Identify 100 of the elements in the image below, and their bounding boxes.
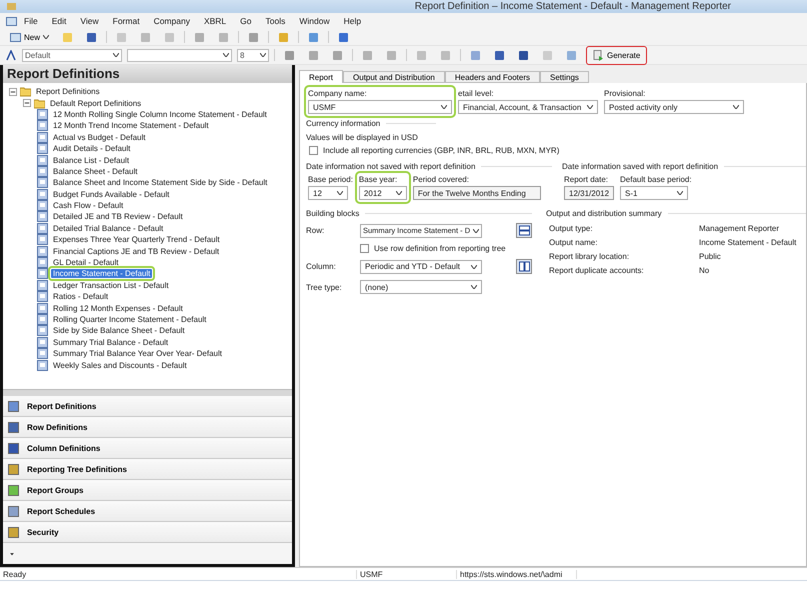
font-icon[interactable]	[6, 50, 17, 60]
text-field[interactable]: 12/31/2012	[564, 186, 614, 200]
dropdown[interactable]: Posted activity only	[604, 100, 744, 114]
tree-item[interactable]: Budget Funds Available - Default	[51, 190, 172, 199]
caret-icon	[260, 53, 266, 57]
app-icon	[6, 1, 17, 12]
nav-item[interactable]: Report Definitions	[3, 396, 292, 417]
tree-item[interactable]: Expenses Three Year Quarterly Trend - Default	[51, 235, 222, 244]
tab[interactable]: Output and Distribution	[343, 71, 445, 83]
window-title: Report Definition – Income Statement - Default - Management Reporter	[414, 0, 731, 13]
dropdown[interactable]: USMF	[308, 100, 452, 114]
checkbox[interactable]	[360, 244, 369, 253]
folder-icon	[34, 98, 45, 109]
nav-item[interactable]: Security	[3, 522, 292, 543]
document-icon	[10, 32, 21, 42]
tree-item[interactable]: 12 Month Rolling Single Column Income Statement - Default	[51, 110, 269, 119]
tree-item[interactable]: Summary Trial Balance Year Over Year- Default	[51, 349, 224, 358]
collapse-icon[interactable]	[23, 99, 31, 108]
tree-item[interactable]: GL Detail - Default	[51, 258, 121, 268]
caret-icon	[471, 285, 477, 289]
tree-item[interactable]: Audit Details - Default	[51, 144, 132, 154]
status-text: Ready	[0, 570, 357, 578]
tree-item[interactable]: Rolling Quarter Income Statement - Default	[51, 315, 208, 324]
menu-item[interactable]: Format	[106, 16, 147, 26]
nav-item[interactable]: Report Groups	[3, 480, 292, 501]
dropdown[interactable]: S-1	[620, 186, 688, 200]
collapse-icon[interactable]	[9, 88, 17, 96]
checkbox-label: Use row definition from reporting tree	[374, 244, 506, 253]
tree-item[interactable]: Default Report Definitions	[48, 98, 144, 108]
menu-item[interactable]: Company	[146, 16, 197, 26]
summary-value: Management Reporter	[699, 224, 780, 233]
tree-item[interactable]: Summary Trial Balance - Default	[51, 338, 170, 347]
dropdown-arrow-icon[interactable]	[9, 550, 15, 556]
tree-item[interactable]: Income Statement - Default	[51, 269, 152, 278]
dropdown[interactable]: Periodic and YTD - Default	[360, 260, 482, 274]
summary-label: Report library location:	[549, 252, 630, 261]
tree-item[interactable]: Weekly Sales and Discounts - Default	[51, 360, 189, 370]
tree-item[interactable]: Detailed Trial Balance - Default	[51, 224, 166, 233]
caret-icon	[113, 53, 119, 57]
caret-icon	[337, 191, 343, 195]
size-dropdown[interactable]: 8	[237, 48, 269, 62]
section-heading: Currency information	[306, 119, 380, 128]
tree-item[interactable]: Side by Side Balance Sheet - Default	[51, 326, 187, 336]
nav-item[interactable]: Row Definitions	[3, 417, 292, 438]
summary-value: Public	[699, 252, 722, 261]
field-label: Column:	[306, 262, 337, 271]
tree-item[interactable]: Ratios - Default	[51, 292, 110, 302]
menu-item[interactable]: Window	[292, 16, 337, 26]
caret-icon	[396, 191, 402, 195]
tree-item[interactable]: Ledger Transaction List - Default	[51, 280, 171, 290]
field-label: Provisional:	[604, 89, 646, 98]
tree-item[interactable]: Report Definitions	[34, 87, 102, 96]
tree-item[interactable]: Actual vs Budget - Default	[51, 132, 148, 142]
panel-title: Report Definitions	[3, 65, 292, 83]
menu-item[interactable]: View	[73, 16, 106, 26]
field-label: Report date:	[564, 175, 610, 184]
menu-item[interactable]: XBRL	[196, 16, 234, 26]
tab[interactable]: Report	[299, 70, 344, 83]
caret-icon	[471, 264, 477, 268]
section-heading: Building blocks	[306, 209, 360, 218]
caret-icon	[441, 105, 447, 109]
app-menu-icon[interactable]	[6, 16, 17, 26]
tree-item[interactable]: 12 Month Trend Income Statement - Default	[51, 121, 211, 130]
tab[interactable]: Settings	[540, 71, 589, 83]
section-heading: Date information saved with report definition	[562, 162, 718, 171]
font-dropdown[interactable]	[127, 48, 232, 62]
text-field[interactable]: For the Twelve Months Ending	[412, 186, 541, 200]
generate-button[interactable]: Generate	[586, 46, 648, 64]
style-dropdown[interactable]: Default	[22, 48, 122, 62]
column-definition-button[interactable]	[516, 259, 532, 274]
tab[interactable]: Headers and Footers	[444, 71, 540, 83]
summary-label: Output type:	[549, 224, 594, 233]
checkbox[interactable]	[309, 146, 318, 155]
tree-item[interactable]: Balance Sheet - Default	[51, 166, 140, 176]
tree-item[interactable]: Rolling 12 Month Expenses - Default	[51, 304, 185, 313]
dropdown[interactable]: 2012	[358, 186, 407, 200]
dropdown[interactable]: Financial, Account, & Transaction	[458, 100, 598, 114]
tree-item[interactable]: Balance Sheet and Income Statement Side by Side - Default	[51, 178, 270, 188]
tree-item[interactable]: Detailed JE and TB Review - Default	[51, 212, 185, 222]
nav-item[interactable]: Column Definitions	[3, 438, 292, 459]
menu-item[interactable]: Help	[336, 16, 368, 26]
menu-item[interactable]: Tools	[258, 16, 292, 26]
new-button[interactable]: New	[6, 29, 54, 45]
tree-item[interactable]: Cash Flow - Default	[51, 201, 126, 210]
generate-icon	[593, 50, 604, 60]
tree-item[interactable]: Financial Captions JE and TB Review - Default	[51, 246, 222, 256]
nav-item[interactable]: Report Schedules	[3, 501, 292, 522]
summary-label: Output name:	[549, 238, 598, 247]
field-label: Default base period:	[620, 175, 692, 184]
nav-item[interactable]: Reporting Tree Definitions	[3, 459, 292, 480]
dropdown[interactable]: (none)	[360, 280, 482, 294]
menu-item[interactable]: Go	[233, 16, 259, 26]
menu-item[interactable]: Edit	[44, 16, 74, 26]
menu-item[interactable]: File	[17, 16, 45, 26]
caret-icon	[677, 191, 683, 195]
tree-item[interactable]: Balance List - Default	[51, 156, 132, 165]
section-heading: Date information not saved with report definition	[306, 162, 476, 171]
row-definition-button[interactable]	[516, 223, 532, 238]
status-text: USMF	[357, 570, 457, 578]
dropdown[interactable]: 12	[308, 186, 348, 200]
